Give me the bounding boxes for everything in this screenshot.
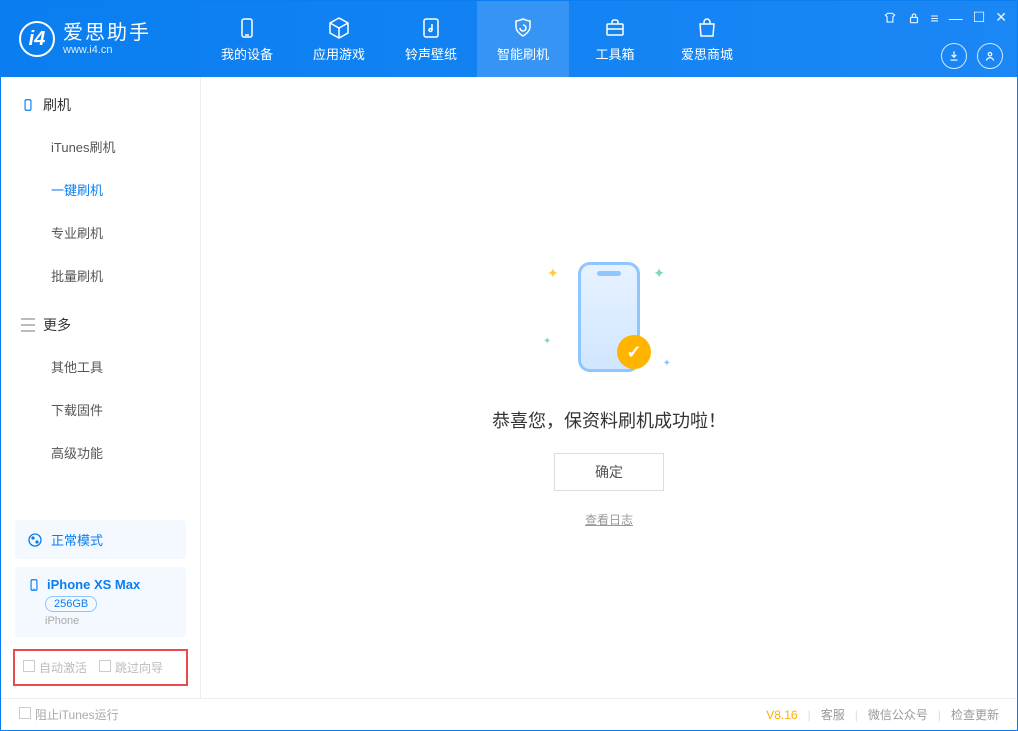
tshirt-icon[interactable] [883,11,897,25]
group-title: 更多 [43,315,71,335]
check-badge-icon: ✓ [617,335,651,369]
close-icon[interactable]: ✕ [995,9,1007,26]
device-card[interactable]: iPhone XS Max 256GB iPhone [15,567,186,637]
sidebar-item-oneclick-flash[interactable]: 一键刷机 [1,168,200,211]
tab-toolbox[interactable]: 工具箱 [569,1,661,77]
success-message: 恭喜您，保资料刷机成功啦！ [492,407,726,433]
tab-label: 爱思商城 [681,44,733,63]
sidebar-group-flash: 刷机 [1,77,200,125]
body: 刷机 iTunes刷机 一键刷机 专业刷机 批量刷机 更多 其他工具 下载固件 … [1,77,1017,698]
footer-link-wechat[interactable]: 微信公众号 [868,706,928,723]
sidebar-item-itunes-flash[interactable]: iTunes刷机 [1,125,200,168]
title-bar-controls: ≡ — ☐ ✕ [883,9,1007,26]
phone-icon [27,578,41,592]
app-window: i4 爱思助手 www.i4.cn 我的设备 应用游戏 铃声壁纸 智能刷机 [0,0,1018,731]
maximize-icon[interactable]: ☐ [973,9,986,26]
confirm-button[interactable]: 确定 [554,453,664,491]
logo-area[interactable]: i4 爱思助手 www.i4.cn [1,21,201,57]
cube-icon [327,16,351,40]
menu-icon[interactable]: ≡ [931,10,939,26]
sidebar-item-download-firmware[interactable]: 下载固件 [1,388,200,431]
minimize-icon[interactable]: — [949,10,963,26]
tab-store[interactable]: 爱思商城 [661,1,753,77]
logo-title: 爱思助手 [63,22,151,44]
sidebar-item-advanced[interactable]: 高级功能 [1,431,200,474]
sidebar-group-more: 更多 [1,297,200,345]
bottom-options-highlight: 自动激活 跳过向导 [13,649,188,686]
sparkle-icon: ✦ [653,265,665,282]
group-title: 刷机 [43,95,71,115]
sidebar: 刷机 iTunes刷机 一键刷机 专业刷机 批量刷机 更多 其他工具 下载固件 … [1,77,201,698]
music-file-icon [419,16,443,40]
device-storage-badge: 256GB [45,596,97,612]
bag-icon [695,16,719,40]
tab-apps-games[interactable]: 应用游戏 [293,1,385,77]
toolbox-icon [603,16,627,40]
sparkle-icon: ✦ [663,358,671,369]
sidebar-item-pro-flash[interactable]: 专业刷机 [1,211,200,254]
device-name-text: iPhone XS Max [47,577,140,592]
checkbox-auto-activate[interactable]: 自动激活 [23,659,87,676]
shield-refresh-icon [511,16,535,40]
tab-label: 应用游戏 [313,44,365,63]
status-mode-text: 正常模式 [51,530,103,549]
menu-icon [21,318,35,332]
sparkle-icon: ✦ [547,265,559,282]
sidebar-item-other-tools[interactable]: 其他工具 [1,345,200,388]
tab-my-device[interactable]: 我的设备 [201,1,293,77]
download-button[interactable] [941,43,967,69]
view-log-link[interactable]: 查看日志 [585,511,633,528]
checkbox-skip-guide[interactable]: 跳过向导 [99,659,163,676]
logo-subtitle: www.i4.cn [63,44,151,56]
tab-smart-flash[interactable]: 智能刷机 [477,1,569,77]
status-mode-card[interactable]: 正常模式 [15,520,186,559]
tab-label: 工具箱 [595,44,634,63]
footer-link-support[interactable]: 客服 [821,706,845,723]
tab-label: 铃声壁纸 [405,44,457,63]
footer-link-update[interactable]: 检查更新 [951,706,999,723]
lock-icon[interactable] [907,11,921,25]
header-right-controls [941,43,1003,69]
phone-icon [21,98,35,112]
device-icon [235,16,259,40]
nav-tabs: 我的设备 应用游戏 铃声壁纸 智能刷机 工具箱 爱思商城 [201,1,753,77]
tab-label: 我的设备 [221,44,273,63]
version-text: V8.16 [766,708,797,722]
success-illustration: ✦ ✦ ✦ ✦ ✓ [509,247,709,387]
logo-icon: i4 [19,21,55,57]
header: i4 爱思助手 www.i4.cn 我的设备 应用游戏 铃声壁纸 智能刷机 [1,1,1017,77]
user-button[interactable] [977,43,1003,69]
device-type-text: iPhone [45,615,174,627]
tab-label: 智能刷机 [497,44,549,63]
tab-ringtone-wallpaper[interactable]: 铃声壁纸 [385,1,477,77]
status-icon [27,532,43,548]
footer: 阻止iTunes运行 V8.16 | 客服 | 微信公众号 | 检查更新 [1,698,1017,730]
main-content: ✦ ✦ ✦ ✦ ✓ 恭喜您，保资料刷机成功啦！ 确定 查看日志 [201,77,1017,698]
checkbox-block-itunes[interactable]: 阻止iTunes运行 [19,706,119,723]
sparkle-icon: ✦ [543,336,551,347]
sidebar-item-batch-flash[interactable]: 批量刷机 [1,254,200,297]
